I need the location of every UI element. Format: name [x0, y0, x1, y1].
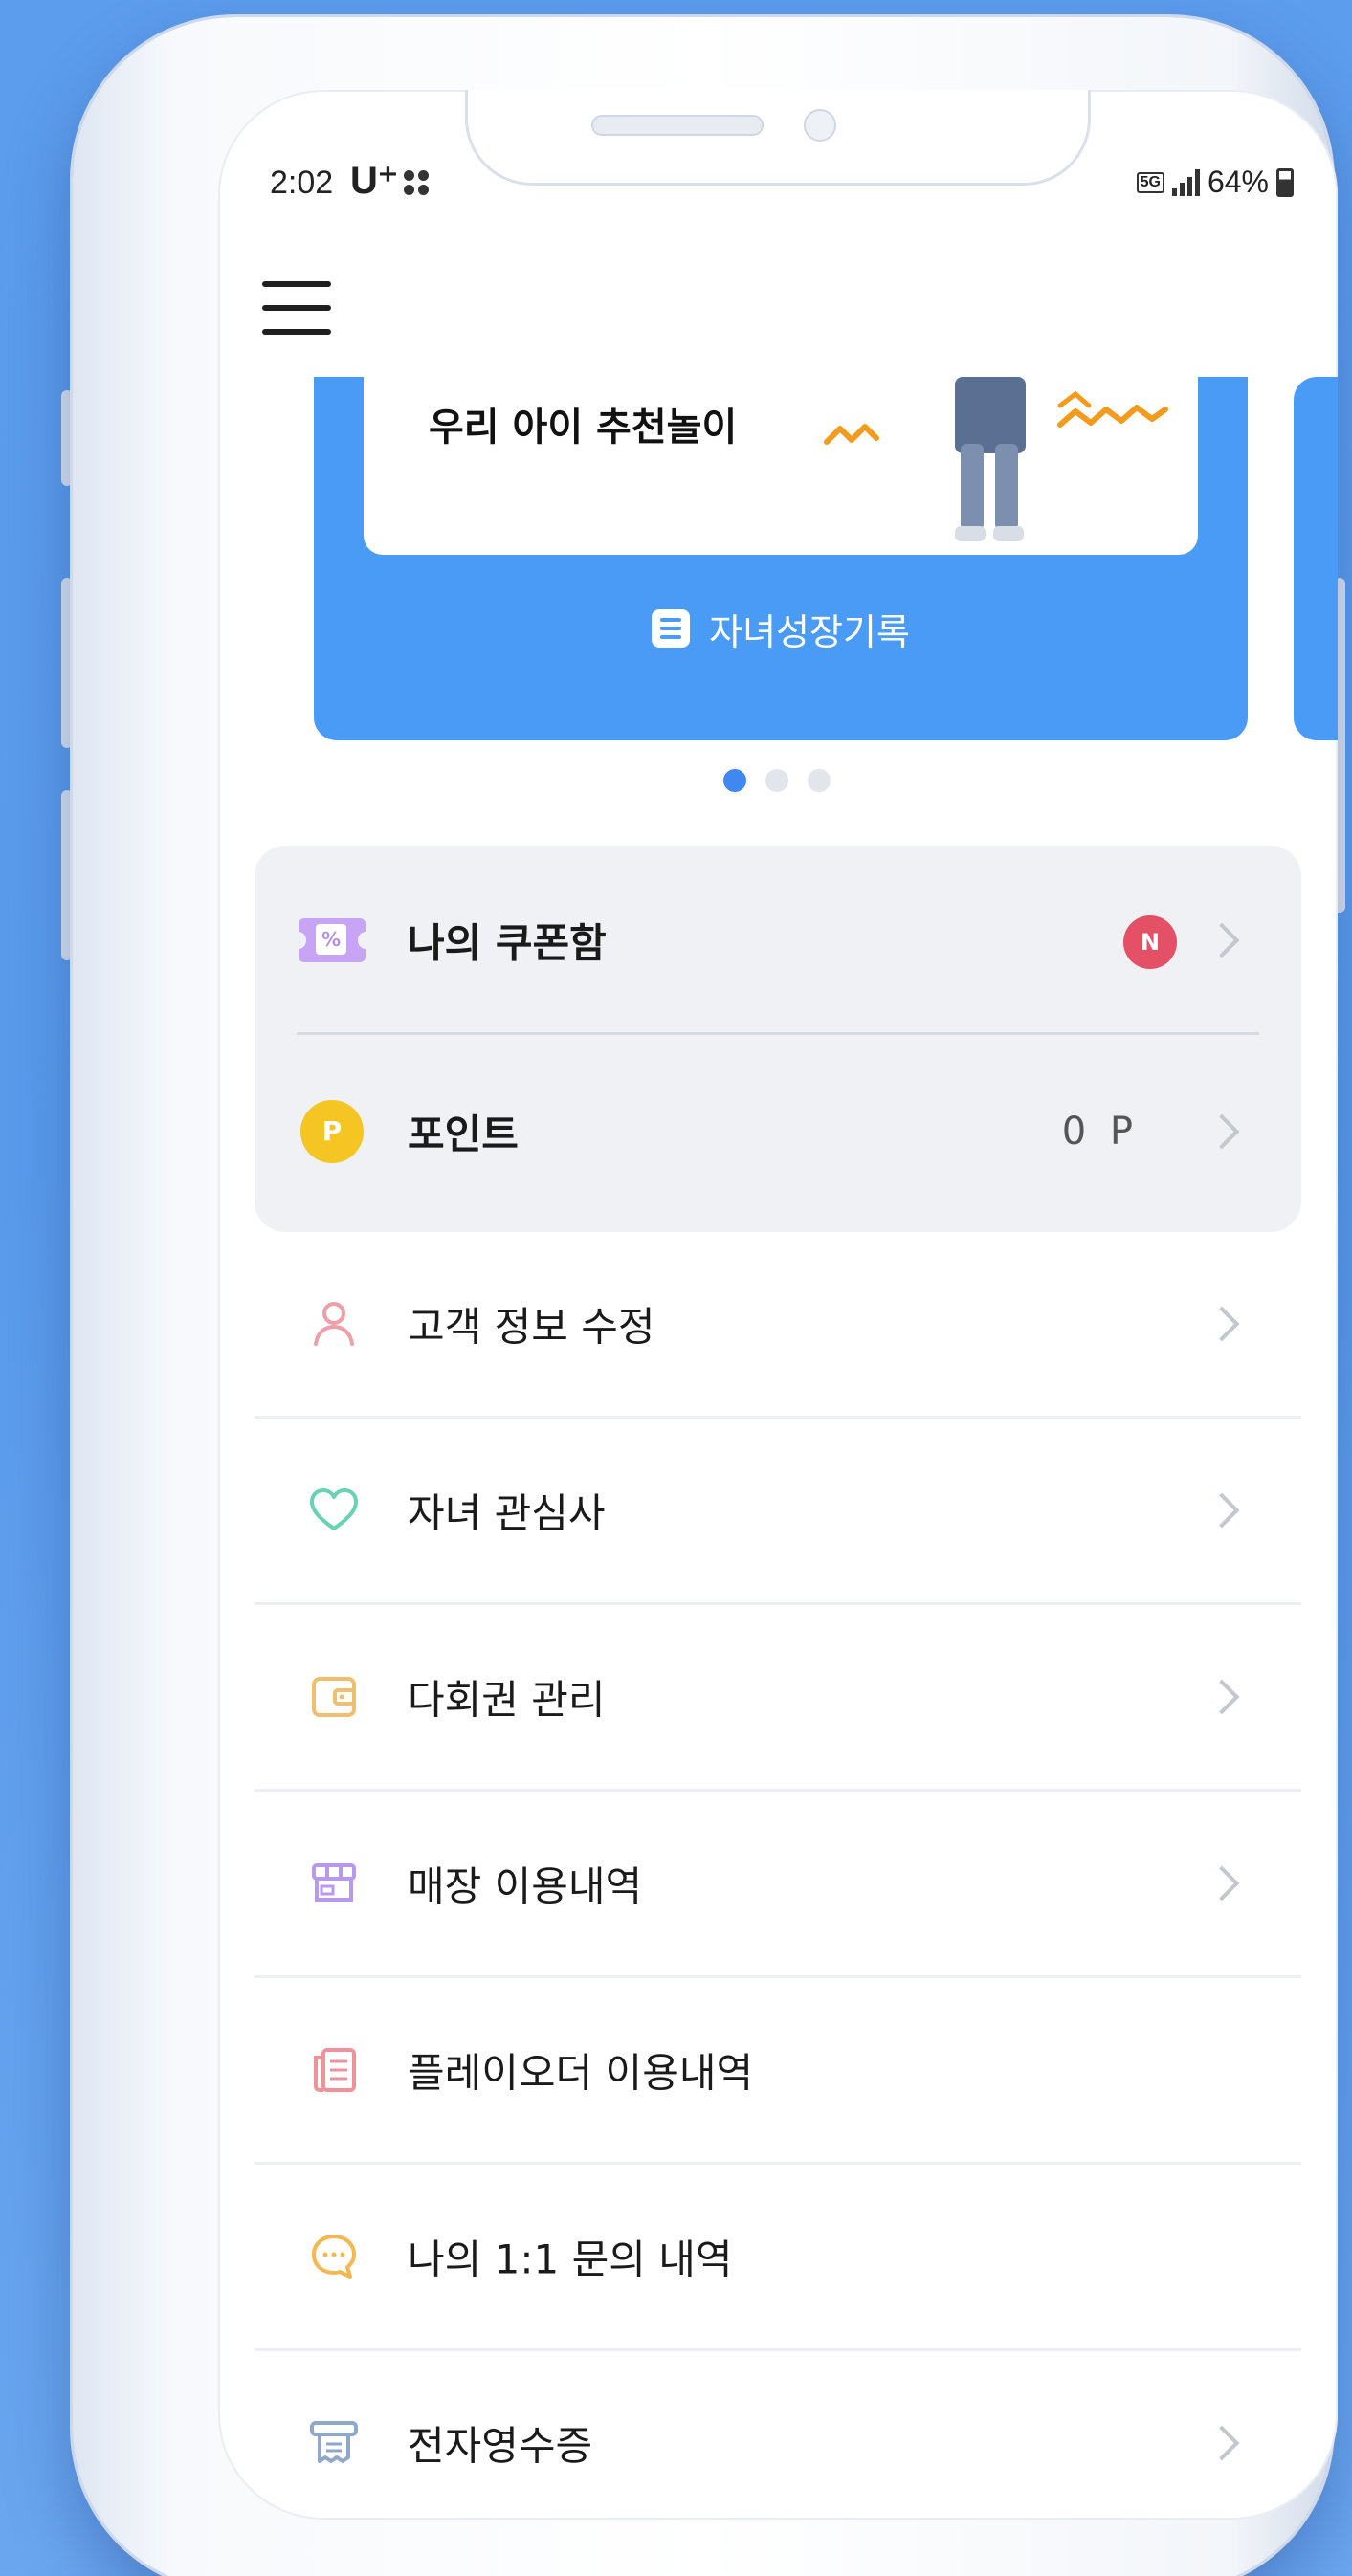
chevron-right-icon: [1204, 1306, 1240, 1342]
order-icon: [314, 2048, 356, 2092]
menu-item-label: 나의 1:1 문의 내역: [408, 2235, 733, 2283]
carrier-dots-icon: [404, 170, 432, 199]
banner-carousel-slide[interactable]: 우리 아이 추천놀이 자녀성장기록: [314, 377, 1248, 740]
banner-card-title: 우리 아이 추천놀이: [429, 406, 738, 450]
menu-item-store-history[interactable]: 매장 이용내역: [255, 1792, 1301, 1978]
phone-notch: [465, 90, 1091, 186]
coupon-box-row[interactable]: % 나의 쿠폰함 N: [255, 846, 1301, 1035]
chat-icon: [312, 2235, 356, 2279]
point-row[interactable]: P 포인트 0 P: [255, 1037, 1301, 1226]
phone-side-button: [61, 390, 73, 486]
hamburger-menu-icon[interactable]: [262, 281, 331, 335]
front-camera: [804, 109, 836, 142]
phone-volume-up-button: [61, 578, 73, 748]
child-illustration: [955, 377, 1026, 541]
menu-item-label: 매장 이용내역: [408, 1862, 643, 1910]
chevron-right-icon: [1204, 1865, 1240, 1902]
coupon-icon: %: [291, 918, 373, 962]
menu-item-inquiry-history[interactable]: 나의 1:1 문의 내역: [255, 2165, 1301, 2351]
benefits-card: % 나의 쿠폰함 N P 포인트 0 P: [255, 846, 1301, 1232]
app-screen: 2:02 U⁺ 5G 64% 우리 아이 추천놀이 자녀성장기록 % 나의 쿠폰…: [218, 90, 1338, 2520]
phone-frame: 2:02 U⁺ 5G 64% 우리 아이 추천놀이 자녀성장기록 % 나의 쿠폰…: [73, 17, 1338, 2576]
divider: [297, 1032, 1259, 1035]
growth-record-button[interactable]: 자녀성장기록: [314, 576, 1248, 681]
status-time: 2:02: [270, 165, 334, 201]
menu-item-play-order-history[interactable]: 플레이오더 이용내역: [255, 1978, 1301, 2165]
store-icon: [312, 1863, 356, 1902]
coupon-box-label: 나의 쿠폰함: [408, 919, 607, 967]
chevron-right-icon: [1204, 1113, 1240, 1150]
wallet-icon: [312, 1677, 356, 1717]
document-list-icon: [652, 609, 691, 648]
chevron-right-icon: [1204, 1492, 1240, 1529]
zigzag-decoration-icon: [824, 424, 879, 445]
pagination-dot-active[interactable]: [723, 769, 746, 792]
carousel-pagination: [723, 769, 831, 792]
pagination-dot[interactable]: [765, 769, 788, 792]
menu-item-child-interests[interactable]: 자녀 관심사: [255, 1419, 1301, 1605]
carrier-logo: U⁺: [350, 160, 398, 202]
next-banner-peek[interactable]: [1294, 377, 1338, 740]
chevron-right-icon: [1204, 922, 1240, 958]
battery-icon: [1276, 167, 1294, 197]
point-icon: P: [300, 1100, 364, 1163]
menu-item-label: 전자영수증: [408, 2422, 593, 2470]
growth-record-label: 자녀성장기록: [709, 610, 910, 653]
my-page-menu: 고객 정보 수정 자녀 관심사 다회권 관리 매장 이용내역 플레이오더 이용내…: [255, 1232, 1301, 2520]
battery-percent: 64%: [1207, 165, 1269, 199]
chevron-right-icon: [1204, 2425, 1240, 2461]
phone-volume-down-button: [61, 790, 73, 960]
menu-item-multi-pass[interactable]: 다회권 관리: [255, 1605, 1301, 1792]
menu-item-edit-profile[interactable]: 고객 정보 수정: [255, 1232, 1301, 1419]
banner-card[interactable]: 우리 아이 추천놀이: [364, 377, 1198, 555]
network-type-icon: 5G: [1136, 171, 1164, 193]
status-indicators: 5G 64%: [1136, 165, 1294, 200]
user-icon: [314, 1302, 354, 1346]
zigzag-decoration-icon: [1057, 390, 1168, 428]
signal-icon: [1171, 168, 1200, 196]
speaker-grille: [591, 115, 764, 136]
receipt-icon: [310, 2421, 358, 2463]
menu-item-label: 플레이오더 이용내역: [408, 2049, 754, 2097]
chevron-right-icon: [1204, 1679, 1240, 1715]
new-badge: N: [1123, 915, 1177, 969]
point-label: 포인트: [408, 1111, 519, 1158]
point-value: 0 P: [1061, 1110, 1139, 1154]
menu-item-label: 고객 정보 수정: [408, 1303, 655, 1351]
heart-icon: [310, 1488, 358, 1530]
menu-item-label: 다회권 관리: [408, 1676, 606, 1724]
menu-item-e-receipt[interactable]: 전자영수증: [255, 2351, 1301, 2520]
pagination-dot[interactable]: [808, 769, 831, 792]
menu-item-label: 자녀 관심사: [408, 1489, 606, 1537]
